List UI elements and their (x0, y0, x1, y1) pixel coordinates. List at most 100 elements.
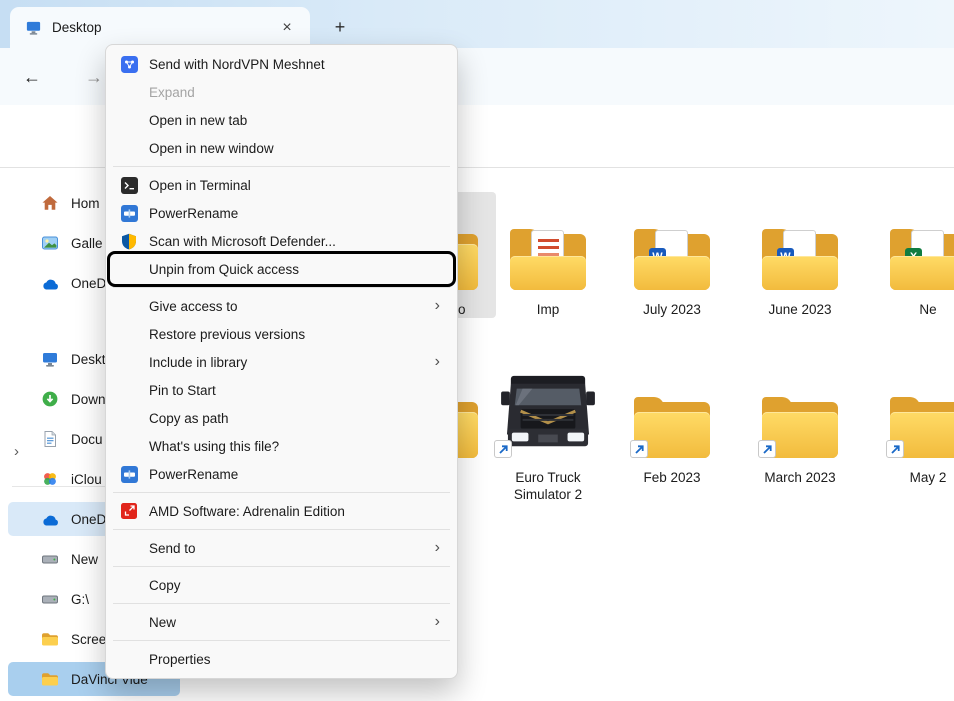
sidebar-item-label: Docu (71, 432, 103, 447)
icon-placeholder (119, 649, 139, 669)
menu-item-label: Expand (149, 85, 440, 100)
menu-item-label: Properties (149, 652, 440, 667)
folder-icon (744, 360, 856, 464)
file-item-imp[interactable]: Imp (492, 192, 604, 318)
desktop-icon (40, 349, 60, 369)
menu-item-whats-using-this-file[interactable]: What's using this file? (111, 432, 452, 460)
menu-separator (113, 566, 450, 567)
file-label: Ne (872, 301, 954, 318)
icon-placeholder (119, 296, 139, 316)
menu-item-new[interactable]: New (111, 608, 452, 636)
menu-item-label: New (149, 615, 435, 630)
file-label: May 2 (872, 469, 954, 486)
sidebar-item-label: Hom (71, 196, 100, 211)
menu-item-label: Open in new window (149, 141, 440, 156)
tab-close-icon[interactable]: × (274, 16, 300, 40)
folder-icon (872, 360, 954, 464)
menu-item-send-to[interactable]: Send to (111, 534, 452, 562)
menu-item-label: Restore previous versions (149, 327, 440, 342)
terminal-icon (119, 175, 139, 195)
file-item-june-2023[interactable]: June 2023 (744, 192, 856, 318)
downloads-icon (40, 389, 60, 409)
document-icon (40, 429, 60, 449)
menu-item-open-in-terminal[interactable]: Open in Terminal (111, 171, 452, 199)
folder-icon (616, 360, 728, 464)
new-tab-button[interactable]: + (327, 15, 353, 39)
menu-item-give-access-to[interactable]: Give access to (111, 292, 452, 320)
file-item-feb-2023[interactable]: Feb 2023 (616, 360, 728, 486)
file-item-ne-clipped[interactable]: Ne (872, 192, 954, 318)
context-menu: Send with NordVPN Meshnet Expand Open in… (105, 44, 458, 679)
menu-item-label: Open in new tab (149, 113, 440, 128)
menu-item-powerrename[interactable]: PowerRename (111, 199, 452, 227)
menu-separator (113, 166, 450, 167)
sidebar-item-label: iClou (71, 472, 102, 487)
menu-separator (113, 603, 450, 604)
menu-item-include-in-library[interactable]: Include in library (111, 348, 452, 376)
back-arrow-icon[interactable]: ← (16, 61, 48, 93)
folder-with-excel-doc-icon (872, 192, 954, 296)
menu-separator (113, 529, 450, 530)
home-icon (40, 193, 60, 213)
menu-separator (113, 492, 450, 493)
drive-icon (40, 589, 60, 609)
menu-separator (113, 287, 450, 288)
file-item-euro-truck-simulator-2[interactable]: Euro Truck Simulator 2 (492, 360, 604, 504)
menu-item-pin-to-start[interactable]: Pin to Start (111, 376, 452, 404)
menu-item-label: Send to (149, 541, 435, 556)
folder-with-doc-icon (492, 192, 604, 296)
menu-item-powerrename-2[interactable]: PowerRename (111, 460, 452, 488)
icon-placeholder (119, 259, 139, 279)
menu-separator (113, 640, 450, 641)
folder-icon (40, 669, 60, 689)
menu-item-label: Copy (149, 578, 440, 593)
file-label: Feb 2023 (616, 469, 728, 486)
menu-item-restore-previous-versions[interactable]: Restore previous versions (111, 320, 452, 348)
menu-item-copy-as-path[interactable]: Copy as path (111, 404, 452, 432)
amd-icon (119, 501, 139, 521)
menu-item-copy[interactable]: Copy (111, 571, 452, 599)
menu-item-label: Send with NordVPN Meshnet (149, 57, 440, 72)
file-item-july-2023[interactable]: July 2023 (616, 192, 728, 318)
sidebar-item-label: Deskt (71, 352, 106, 367)
folder-with-word-doc-icon (744, 192, 856, 296)
gallery-icon (40, 233, 60, 253)
tab-desktop[interactable]: Desktop × (10, 7, 310, 48)
shortcut-arrow-icon (758, 440, 776, 458)
menu-item-scan-with-microsoft-defender[interactable]: Scan with Microsoft Defender... (111, 227, 452, 255)
truck-thumbnail-icon (492, 360, 604, 464)
folder-icon (40, 629, 60, 649)
menu-item-label: PowerRename (149, 467, 440, 482)
folder-with-word-doc-icon (616, 192, 728, 296)
menu-item-label: What's using this file? (149, 439, 440, 454)
file-item-march-2023[interactable]: March 2023 (744, 360, 856, 486)
menu-item-properties[interactable]: Properties (111, 645, 452, 673)
submenu-chevron-icon (435, 614, 440, 630)
submenu-chevron-icon (435, 540, 440, 556)
onedrive-cloud-icon (40, 509, 60, 529)
file-label: June 2023 (744, 301, 856, 318)
menu-item-open-in-new-tab[interactable]: Open in new tab (111, 106, 452, 134)
icon-placeholder (119, 352, 139, 372)
menu-item-amd-software[interactable]: AMD Software: Adrenalin Edition (111, 497, 452, 525)
icon-placeholder (119, 110, 139, 130)
file-label: March 2023 (744, 469, 856, 486)
sidebar-item-label: New (71, 552, 98, 567)
menu-item-label: Unpin from Quick access (149, 262, 440, 277)
menu-item-send-with-nordvpn-meshnet[interactable]: Send with NordVPN Meshnet (111, 50, 452, 78)
desktop-folder-icon (24, 19, 42, 37)
file-label: July 2023 (616, 301, 728, 318)
sidebar-item-label: Galle (71, 236, 103, 251)
menu-item-open-in-new-window[interactable]: Open in new window (111, 134, 452, 162)
menu-item-label: Pin to Start (149, 383, 440, 398)
icon-placeholder (119, 538, 139, 558)
file-item-may-clipped[interactable]: May 2 (872, 360, 954, 486)
nordvpn-icon (119, 54, 139, 74)
tab-title: Desktop (52, 20, 274, 35)
menu-item-expand: Expand (111, 78, 452, 106)
icon-placeholder (119, 408, 139, 428)
submenu-chevron-icon (435, 354, 440, 370)
icon-placeholder (119, 380, 139, 400)
sidebar-item-label: Scree (71, 632, 106, 647)
menu-item-unpin-from-quick-access[interactable]: Unpin from Quick access (111, 255, 452, 283)
